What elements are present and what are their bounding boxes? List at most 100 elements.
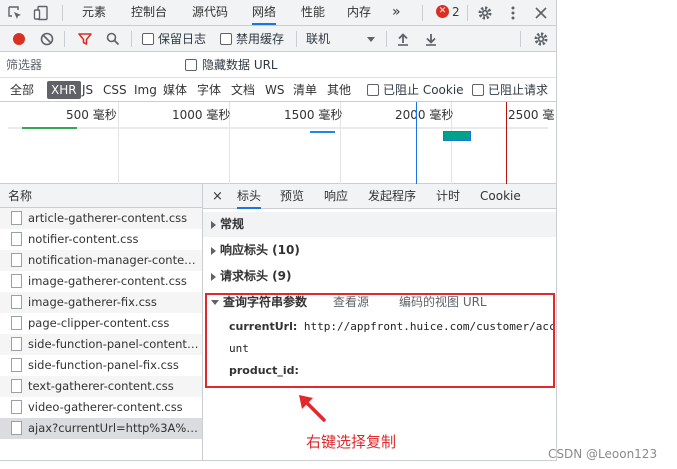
blocked-requests-checkbox[interactable] — [472, 84, 484, 96]
request-row[interactable]: notification-manager-content... — [0, 250, 202, 271]
request-row[interactable]: notifier-content.css — [0, 229, 202, 250]
tab-timing[interactable]: 计时 — [436, 184, 460, 209]
overview-request-bar — [443, 131, 471, 141]
request-row[interactable]: image-gatherer-content.css — [0, 271, 202, 292]
network-overview[interactable]: 500 毫秒 1000 毫秒 1500 毫秒 2000 毫秒 2500 毫 — [0, 102, 556, 184]
highlight-box — [205, 293, 555, 388]
dom-content-loaded-line — [416, 102, 417, 184]
expand-arrow-icon — [211, 272, 216, 281]
section-response-headers[interactable]: 响应标头 (10) — [203, 238, 556, 263]
expand-arrow-icon — [211, 246, 216, 255]
overview-track — [8, 127, 548, 129]
close-icon[interactable] — [532, 4, 550, 22]
overview-tick-label: 2500 毫 — [508, 108, 555, 122]
type-filter-img[interactable]: Img — [131, 81, 160, 99]
kebab-menu-icon[interactable] — [504, 4, 522, 22]
section-general[interactable]: 常规 — [203, 212, 556, 237]
file-icon — [11, 253, 22, 267]
toolbar-divider — [386, 31, 387, 47]
type-filter-all[interactable]: 全部 — [7, 81, 37, 99]
file-icon — [11, 358, 22, 372]
annotation-text: 右键选择复制 — [306, 433, 397, 451]
close-detail-button[interactable]: × — [212, 184, 223, 209]
blocked-cookies-checkbox[interactable] — [367, 84, 379, 96]
file-icon — [11, 421, 22, 435]
device-toolbar-icon[interactable] — [32, 4, 50, 22]
tab-cookies[interactable]: Cookie — [480, 184, 521, 209]
request-row[interactable]: side-function-panel-content.css — [0, 334, 202, 355]
preserve-log-checkbox[interactable] — [142, 33, 154, 45]
toolbar-divider — [422, 5, 423, 21]
section-request-headers[interactable]: 请求标头 (9) — [203, 264, 556, 289]
request-row[interactable]: image-gatherer-fix.css — [0, 292, 202, 313]
disable-cache-label: 禁用缓存 — [236, 32, 285, 46]
requests-list: 名称 article-gatherer-content.css notifier… — [0, 184, 203, 460]
tab-headers[interactable]: 标头 — [237, 184, 262, 209]
import-har-icon[interactable] — [394, 30, 412, 48]
type-filter-doc[interactable]: 文档 — [228, 81, 258, 99]
network-settings-gear-icon[interactable] — [532, 30, 550, 48]
tab-response[interactable]: 响应 — [324, 184, 348, 209]
toolbar-divider — [296, 31, 297, 47]
dropdown-arrow-icon[interactable] — [362, 30, 380, 48]
tab-sources[interactable]: 源代码 — [192, 0, 228, 25]
disable-cache-checkbox[interactable] — [220, 33, 232, 45]
error-icon[interactable]: ✕ — [436, 5, 449, 18]
blocked-requests-label: 已阻止请求 — [488, 83, 549, 97]
devtools-window: 元素 控制台 源代码 网络 性能 内存 » ✕ 2 保留日志 禁用缓存 联机 筛… — [0, 0, 557, 461]
type-filter-ws[interactable]: WS — [262, 81, 287, 99]
toolbar-divider — [62, 5, 63, 21]
toolbar-divider — [520, 31, 521, 47]
throttling-select[interactable]: 联机 — [306, 26, 330, 52]
filter-bar: 隐藏数据 URL — [0, 52, 556, 78]
file-icon — [11, 274, 22, 288]
network-toolbar: 保留日志 禁用缓存 联机 — [0, 26, 556, 52]
tab-performance[interactable]: 性能 — [301, 0, 325, 25]
type-filter-css[interactable]: CSS — [100, 81, 130, 99]
hide-data-urls-label: 隐藏数据 URL — [202, 58, 278, 72]
overview-request-bar — [22, 127, 77, 129]
hide-data-urls-checkbox[interactable] — [185, 59, 197, 71]
request-row[interactable]: video-gatherer-content.css — [0, 397, 202, 418]
request-row[interactable]: side-function-panel-fix.css — [0, 355, 202, 376]
record-icon[interactable] — [10, 30, 28, 48]
request-row[interactable]: article-gatherer-content.css — [0, 208, 202, 229]
detail-tab-bar: × 标头 预览 响应 发起程序 计时 Cookie — [203, 184, 556, 209]
type-filter-xhr[interactable]: XHR — [47, 81, 81, 99]
file-icon — [11, 211, 22, 225]
tab-initiator[interactable]: 发起程序 — [368, 184, 416, 209]
filter-input[interactable] — [6, 56, 176, 74]
export-har-icon[interactable] — [422, 30, 440, 48]
type-filter-other[interactable]: 其他 — [324, 81, 354, 99]
resource-type-bar: 全部 XHR JS CSS Img 媒体 字体 文档 WS 清单 其他 已阻止 … — [0, 78, 556, 102]
gear-icon[interactable] — [476, 4, 494, 22]
filter-icon[interactable] — [76, 30, 94, 48]
watermark: CSDN @Leoon123 — [548, 447, 658, 461]
type-filter-js[interactable]: JS — [79, 81, 96, 99]
name-column-header[interactable]: 名称 — [0, 184, 202, 208]
more-tabs-button[interactable]: » — [392, 0, 401, 25]
search-icon[interactable] — [104, 30, 122, 48]
tab-console[interactable]: 控制台 — [131, 0, 167, 25]
preserve-log-label: 保留日志 — [158, 32, 207, 46]
request-row-selected[interactable]: ajax?currentUrl=http%3A%2F... — [0, 418, 202, 439]
error-count[interactable]: 2 — [452, 0, 460, 25]
file-icon — [11, 232, 22, 246]
main-tab-bar: 元素 控制台 源代码 网络 性能 内存 » ✕ 2 — [0, 0, 556, 26]
tab-network[interactable]: 网络 — [252, 0, 277, 25]
inspect-element-icon[interactable] — [6, 4, 24, 22]
request-row[interactable]: page-clipper-content.css — [0, 313, 202, 334]
overview-tick-label: 1000 毫秒 — [172, 108, 231, 122]
toolbar-divider — [64, 31, 65, 47]
type-filter-font[interactable]: 字体 — [194, 81, 224, 99]
load-event-line — [506, 102, 507, 184]
type-filter-media[interactable]: 媒体 — [160, 81, 190, 99]
toolbar-divider — [131, 31, 132, 47]
tab-preview[interactable]: 预览 — [280, 184, 304, 209]
file-icon — [11, 337, 22, 351]
clear-icon[interactable] — [38, 30, 56, 48]
request-row[interactable]: text-gatherer-content.css — [0, 376, 202, 397]
tab-memory[interactable]: 内存 — [347, 0, 371, 25]
type-filter-manifest[interactable]: 清单 — [290, 81, 320, 99]
tab-elements[interactable]: 元素 — [82, 0, 106, 25]
